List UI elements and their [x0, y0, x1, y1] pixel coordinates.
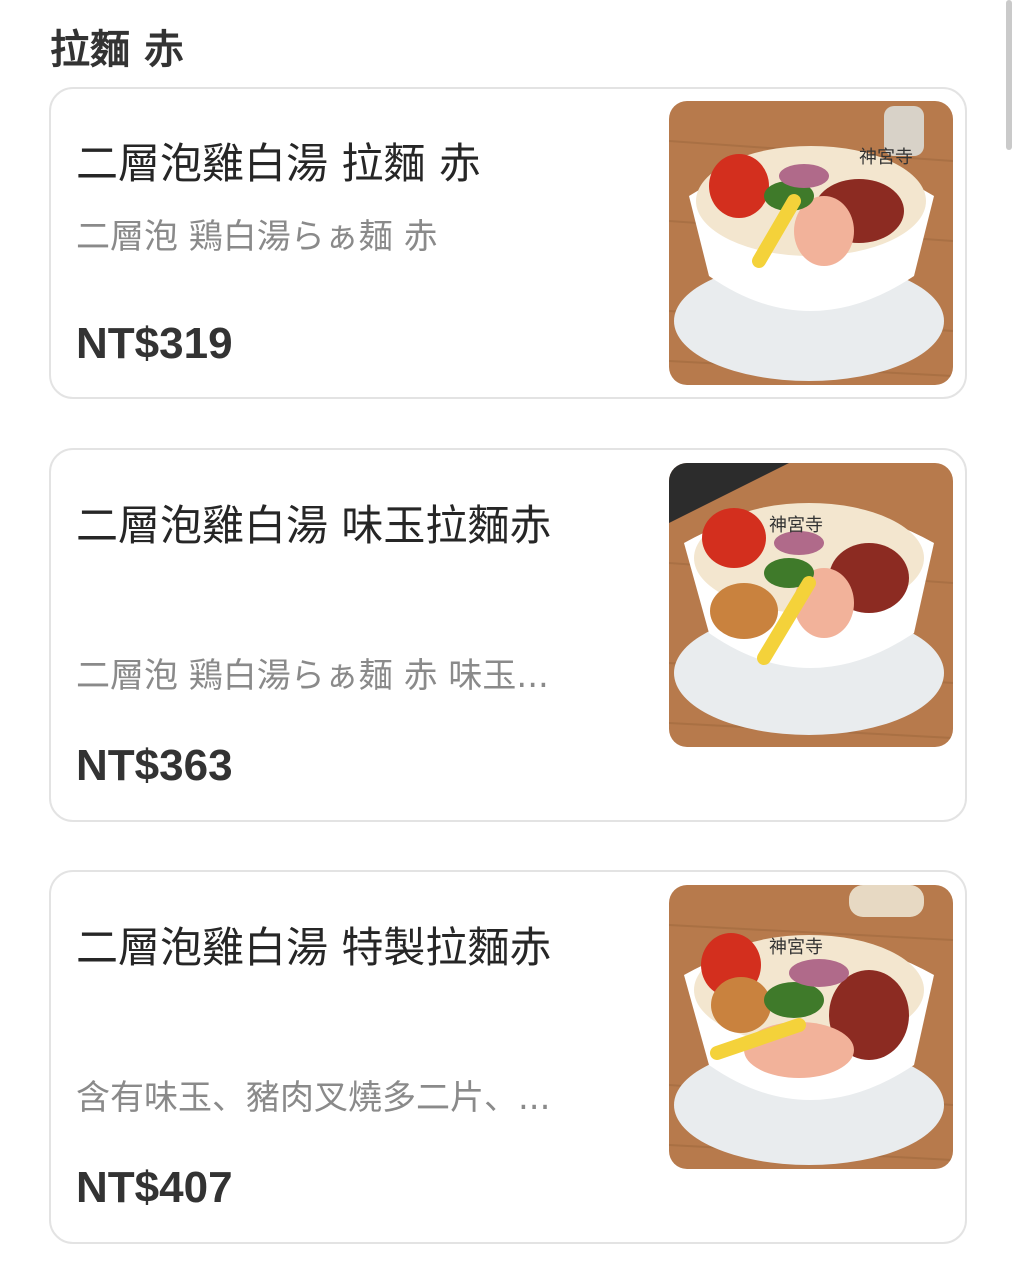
- section-title: 拉麵 赤: [50, 27, 184, 73]
- ramen-bowl-photo: 神宮寺: [669, 101, 953, 385]
- menu-item-price: NT$319: [76, 319, 233, 368]
- svg-text:神宮寺: 神宮寺: [859, 147, 913, 168]
- menu-item-card[interactable]: 二層泡雞白湯 特製拉麵赤 含有味玉、豬肉叉燒多二片、... NT$407 神宮寺: [49, 870, 967, 1244]
- svg-text:神宮寺: 神宮寺: [769, 937, 823, 958]
- menu-item-name: 二層泡雞白湯 味玉拉麵赤: [76, 501, 552, 550]
- menu-item-photo: 神宮寺: [669, 463, 953, 747]
- menu-item-name: 二層泡雞白湯 特製拉麵赤: [76, 923, 552, 972]
- ramen-bowl-special-photo: 神宮寺: [669, 885, 953, 1169]
- menu-item-card[interactable]: 二層泡雞白湯 拉麵 赤 二層泡 鶏白湯らぁ麺 赤 NT$319 神宮寺: [49, 87, 967, 399]
- menu-item-photo: 神宮寺: [669, 101, 953, 385]
- menu-item-price: NT$363: [76, 741, 233, 790]
- menu-item-photo: 神宮寺: [669, 885, 953, 1169]
- ramen-bowl-egg-photo: 神宮寺: [669, 463, 953, 747]
- svg-text:神宮寺: 神宮寺: [769, 515, 823, 536]
- scrollbar[interactable]: [1006, 0, 1012, 150]
- menu-item-card[interactable]: 二層泡雞白湯 味玉拉麵赤 二層泡 鶏白湯らぁ麺 赤 味玉... NT$363 神…: [49, 448, 967, 822]
- menu-item-description: 二層泡 鶏白湯らぁ麺 赤 味玉...: [76, 656, 549, 696]
- menu-item-name: 二層泡雞白湯 拉麵 赤: [76, 139, 481, 188]
- menu-item-description: 含有味玉、豬肉叉燒多二片、...: [76, 1078, 551, 1118]
- menu-item-description: 二層泡 鶏白湯らぁ麺 赤: [76, 217, 438, 257]
- menu-item-price: NT$407: [76, 1163, 233, 1212]
